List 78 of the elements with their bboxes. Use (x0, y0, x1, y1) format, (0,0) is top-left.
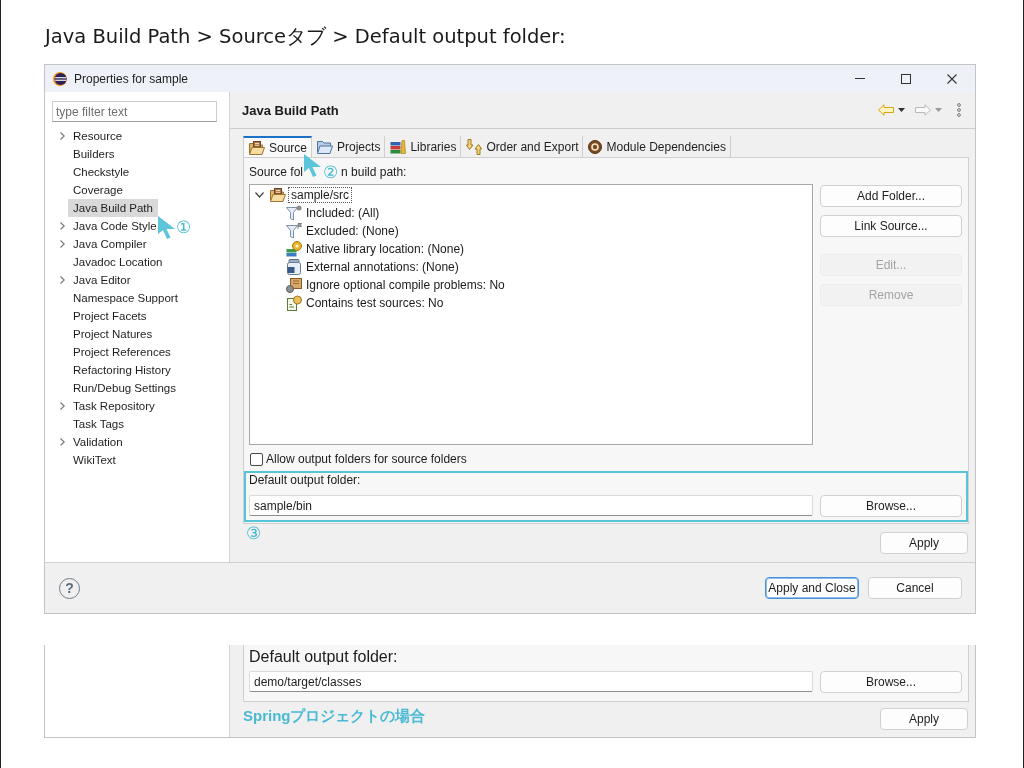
callout-number: ① (175, 219, 191, 236)
sidebar-item[interactable]: Java Build Path (68, 199, 158, 217)
slide-heading: Java Build Path > Sourceタブ > Default output folder: (45, 25, 567, 49)
section-label: n build path: (341, 165, 407, 179)
sidebar-item[interactable]: Builders (68, 145, 120, 163)
window-title: Properties for sample (74, 71, 189, 86)
funnel-dot-icon (286, 205, 302, 221)
caption-text: Springプロジェクトの場合 (243, 706, 426, 726)
sidebar-item[interactable]: WikiText (68, 451, 121, 469)
sidebar-item[interactable]: Project Natures (68, 325, 158, 343)
minimize-icon (855, 78, 865, 79)
books-medal-icon (286, 241, 302, 257)
field-label: Default output folder: (249, 650, 399, 664)
action-button[interactable]: Link Source... (820, 215, 962, 237)
striped-sphere-icon (53, 71, 67, 86)
sidebar-item[interactable]: Task Tags (68, 415, 129, 433)
callout-number: ③ (246, 525, 261, 542)
sidebar-item[interactable]: Run/Debug Settings (68, 379, 181, 397)
section-label: Source fol (249, 165, 304, 179)
up-down-arrows-icon (466, 138, 483, 155)
sidebar-item[interactable]: Checkstyle (68, 163, 135, 181)
filter-field[interactable]: type filter text (52, 101, 217, 122)
jar-icon (286, 259, 302, 275)
sidebar-item[interactable]: Project Facets (68, 307, 152, 325)
action-button[interactable]: Add Folder... (820, 185, 962, 207)
output-folder-field[interactable]: sample/bin (249, 495, 813, 516)
dialog-button[interactable]: Apply and Close (765, 577, 859, 599)
dialog-button[interactable]: Cancel (868, 577, 962, 599)
sidebar-item[interactable]: Java Code Style (68, 217, 162, 235)
funnel-flag-icon (286, 223, 302, 239)
sidebar-item[interactable]: Javadoc Location (68, 253, 168, 271)
chevron-right-icon[interactable] (60, 402, 65, 410)
tree-item[interactable]: sample/src (288, 187, 352, 203)
tree-item[interactable]: Included: (All) (306, 206, 380, 220)
tree-item[interactable]: Ignore optional compile problems: No (306, 278, 505, 292)
maximize-icon (901, 73, 911, 84)
books-icon (390, 139, 407, 154)
apply-button[interactable]: Apply (880, 708, 968, 730)
vertical-dots-icon[interactable] (957, 103, 961, 117)
page-title: Java Build Path (242, 102, 339, 118)
callout-number: ② (323, 163, 339, 181)
sidebar-item[interactable]: Validation (68, 433, 128, 451)
chevron-right-icon[interactable] (60, 222, 65, 230)
package-folder-icon (249, 140, 265, 155)
package-folder-icon (270, 188, 286, 202)
sidebar-item[interactable]: Java Compiler (68, 235, 152, 253)
output-folder-field[interactable]: demo/target/classes (249, 671, 813, 692)
round-emblem-icon (588, 139, 603, 154)
apply-button[interactable]: Apply (880, 532, 968, 554)
checkbox[interactable] (250, 452, 263, 466)
tree-item[interactable]: Excluded: (None) (306, 224, 399, 238)
cursor-icon (304, 154, 322, 177)
caret-down-icon[interactable] (898, 108, 905, 112)
chevron-right-icon[interactable] (60, 240, 65, 248)
field-label: Default output folder: (249, 473, 362, 487)
sidebar-item[interactable]: Task Repository (68, 397, 160, 415)
open-folder-icon (317, 139, 334, 154)
cursor-icon (157, 216, 175, 239)
sidebar-item[interactable]: Project References (68, 343, 176, 361)
checkbox-label: Allow output folders for source folders (266, 452, 467, 466)
sidebar-item[interactable]: Refactoring History (68, 361, 176, 379)
document-badge-icon (286, 295, 302, 311)
browse-button[interactable]: Browse... (820, 495, 962, 517)
sidebar-item[interactable]: Namespace Support (68, 289, 183, 307)
tab[interactable]: Source (243, 136, 313, 157)
chevron-down-icon[interactable] (255, 192, 264, 198)
package-disc-icon (286, 277, 302, 293)
sidebar-item[interactable]: Resource (68, 127, 128, 145)
tree-item[interactable]: External annotations: (None) (306, 260, 459, 274)
chevron-right-icon[interactable] (60, 276, 65, 284)
chevron-right-icon[interactable] (60, 132, 65, 140)
browse-button[interactable]: Browse... (820, 671, 962, 693)
tree-item[interactable]: Contains test sources: No (306, 296, 444, 310)
close-icon (947, 73, 957, 84)
sidebar-item[interactable]: Coverage (68, 181, 128, 199)
chevron-right-icon[interactable] (60, 438, 65, 446)
tree-item[interactable]: Native library location: (None) (306, 242, 465, 256)
sidebar-item[interactable]: Java Editor (68, 271, 136, 289)
